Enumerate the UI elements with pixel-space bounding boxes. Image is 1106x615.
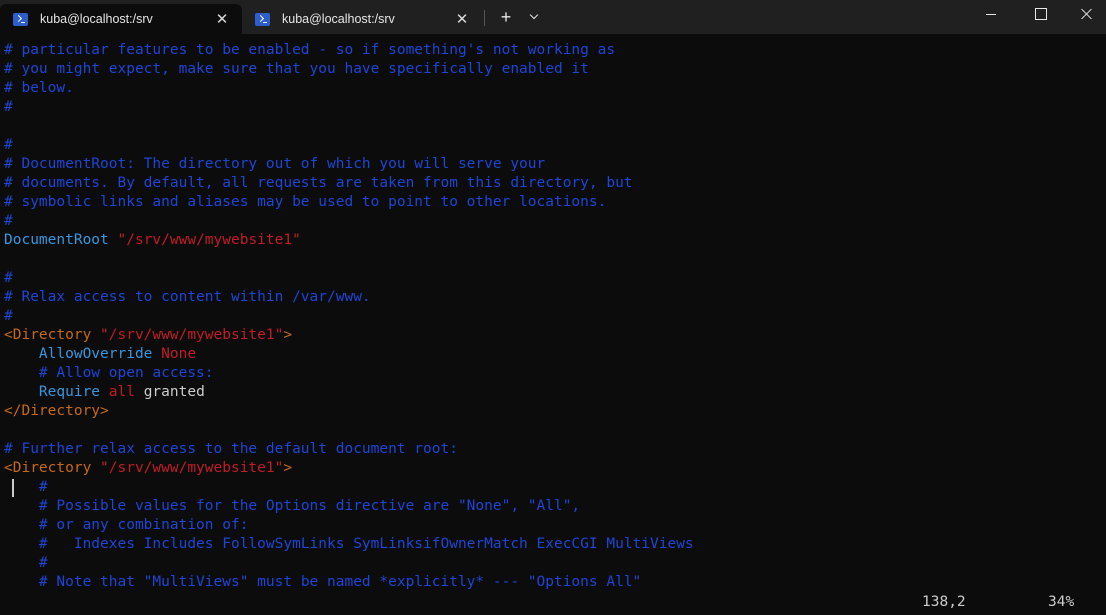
close-tab-icon[interactable]: ✕ — [208, 10, 236, 28]
terminal-editor[interactable]: # particular features to be enabled - so… — [0, 34, 1106, 615]
editor-line: # Allow open access: — [4, 364, 694, 383]
powershell-icon — [13, 12, 28, 26]
code-token: granted — [134, 384, 205, 400]
minimize-button[interactable] — [968, 0, 1014, 30]
code-token: # — [4, 137, 13, 153]
editor-line: DocumentRoot "/srv/www/mywebsite1" — [4, 231, 694, 250]
code-token: # Indexes Includes FollowSymLinks SymLin… — [38, 536, 694, 552]
code-token: # — [4, 270, 13, 286]
code-token: # particular features to be enabled - so… — [4, 42, 616, 58]
code-token: Require — [38, 384, 101, 400]
editor-line: # Possible values for the Options direct… — [4, 497, 694, 516]
code-token: # Note that "MultiViews" must be named *… — [38, 574, 642, 590]
code-token: "/srv/www/mywebsite1" — [117, 232, 301, 248]
editor-line: # Indexes Includes FollowSymLinks SymLin… — [4, 535, 694, 554]
editor-line: # Further relax access to the default do… — [4, 440, 694, 459]
code-token: # Allow open access: — [38, 365, 214, 381]
code-token: # symbolic links and aliases may be used… — [4, 194, 607, 210]
editor-line: # documents. By default, all requests ar… — [4, 174, 694, 193]
tab-terminal-1[interactable]: kuba@localhost:/srv ✕ — [0, 4, 242, 34]
editor-line: <Directory "/srv/www/mywebsite1"> — [4, 459, 694, 478]
code-token: # below. — [4, 80, 74, 96]
close-window-button[interactable] — [1063, 0, 1106, 30]
code-token: > — [283, 327, 293, 343]
code-token: None — [161, 346, 197, 362]
code-token: # Further relax access to the default do… — [4, 441, 458, 457]
code-token: # or any combination of: — [38, 517, 249, 533]
text-cursor — [12, 479, 14, 497]
editor-line: # — [4, 212, 694, 231]
code-token: # — [38, 479, 48, 495]
editor-line: # — [4, 269, 694, 288]
code-token: # DocumentRoot: The directory out of whi… — [4, 156, 546, 172]
editor-line: # or any combination of: — [4, 516, 694, 535]
code-token: <Directory — [4, 327, 101, 343]
editor-line: # — [4, 136, 694, 155]
code-token: # — [4, 99, 13, 115]
editor-line: # particular features to be enabled - so… — [4, 41, 694, 60]
editor-line: AllowOverride None — [4, 345, 694, 364]
code-token: "/srv/www/mywebsite1" — [100, 460, 284, 476]
maximize-button[interactable] — [1016, 0, 1062, 30]
code-token: AllowOverride — [38, 346, 153, 362]
code-token: # you might expect, make sure that you h… — [4, 61, 589, 77]
code-token: # Possible values for the Options direct… — [38, 498, 581, 514]
new-tab-button[interactable]: + — [494, 4, 518, 30]
title-bar: kuba@localhost:/srv ✕ kuba@localhost:/sr… — [0, 0, 1106, 34]
code-token: # Relax access to content within /var/ww… — [4, 289, 371, 305]
editor-line: # DocumentRoot: The directory out of whi… — [4, 155, 694, 174]
editor-line: # — [4, 307, 694, 326]
code-token: # — [4, 308, 13, 324]
scroll-percent: 34% — [1048, 594, 1075, 610]
editor-line: # Note that "MultiViews" must be named *… — [4, 573, 694, 592]
code-token: > — [283, 460, 293, 476]
code-token: # — [4, 213, 13, 229]
editor-line: # you might expect, make sure that you h… — [4, 60, 694, 79]
tab-separator — [484, 10, 485, 26]
code-token: DocumentRoot — [4, 232, 109, 248]
editor-line: # — [4, 478, 694, 497]
editor-line: # — [4, 554, 694, 573]
powershell-icon — [255, 12, 270, 26]
editor-line: # Relax access to content within /var/ww… — [4, 288, 694, 307]
editor-line: <Directory "/srv/www/mywebsite1"> — [4, 326, 694, 345]
tab-title: kuba@localhost:/srv — [40, 12, 153, 26]
code-token: all — [108, 384, 135, 400]
close-tab-icon[interactable]: ✕ — [448, 10, 476, 28]
cursor-position: 138,2 — [922, 594, 966, 610]
code-token: </Directory> — [4, 403, 109, 419]
editor-line: Require all granted — [4, 383, 694, 402]
editor-lines: # particular features to be enabled - so… — [4, 41, 694, 592]
editor-line: </Directory> — [4, 402, 694, 421]
code-token: # documents. By default, all requests ar… — [4, 175, 633, 191]
chevron-down-icon[interactable] — [524, 4, 546, 30]
tab-terminal-2[interactable]: kuba@localhost:/srv ✕ — [242, 4, 482, 34]
editor-line: # below. — [4, 79, 694, 98]
code-token: # — [38, 555, 48, 571]
editor-line: # — [4, 98, 694, 117]
editor-line: # symbolic links and aliases may be used… — [4, 193, 694, 212]
tab-title: kuba@localhost:/srv — [282, 12, 395, 26]
code-token: "/srv/www/mywebsite1" — [100, 327, 284, 343]
code-token: <Directory — [4, 460, 101, 476]
